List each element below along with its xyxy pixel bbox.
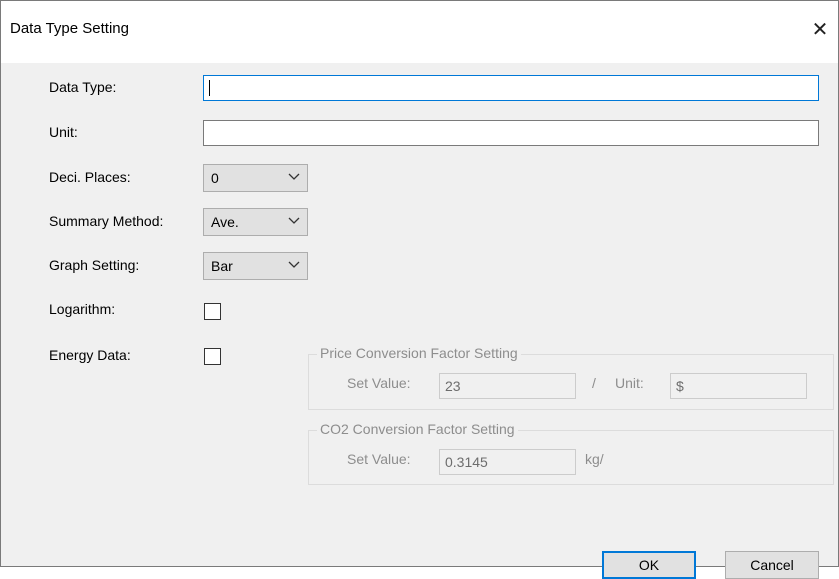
graph-setting-value: Bar	[211, 258, 233, 274]
logarithm-checkbox[interactable]	[204, 303, 221, 320]
deci-places-select[interactable]: 0	[203, 164, 308, 192]
text-caret	[209, 80, 210, 96]
co2-conversion-group: CO2 Conversion Factor Setting Set Value:…	[308, 421, 834, 485]
cancel-button[interactable]: Cancel	[725, 551, 819, 579]
co2-set-value-label: Set Value:	[347, 451, 411, 467]
graph-setting-select[interactable]: Bar	[203, 252, 308, 280]
chevron-down-icon	[288, 217, 300, 224]
summary-method-value: Ave.	[211, 214, 239, 230]
price-set-value-input[interactable]: 23	[439, 373, 576, 399]
ok-button[interactable]: OK	[602, 551, 696, 579]
chevron-down-icon	[288, 261, 300, 268]
co2-unit-suffix: kg/	[585, 451, 604, 467]
slash-separator: /	[592, 375, 596, 391]
unit-label: Unit:	[49, 124, 78, 140]
deci-places-label: Deci. Places:	[49, 169, 131, 185]
unit-input[interactable]	[203, 120, 819, 146]
dialog-body: Data Type: Unit: Deci. Places: 0 Summary…	[1, 63, 838, 579]
price-unit-label: Unit:	[615, 375, 644, 391]
chevron-down-icon	[288, 173, 300, 180]
window-title: Data Type Setting	[10, 20, 129, 37]
data-type-label: Data Type:	[49, 79, 117, 95]
deci-places-value: 0	[211, 170, 219, 186]
logarithm-label: Logarithm:	[49, 301, 116, 317]
close-icon[interactable]: ✕	[802, 11, 838, 47]
price-conversion-group: Price Conversion Factor Setting Set Valu…	[308, 345, 834, 410]
data-type-input[interactable]	[203, 75, 819, 101]
summary-method-select[interactable]: Ave.	[203, 208, 308, 236]
price-set-value-label: Set Value:	[347, 375, 411, 391]
co2-set-value-input[interactable]: 0.3145	[439, 449, 576, 475]
co2-conversion-group-title: CO2 Conversion Factor Setting	[317, 421, 518, 437]
price-unit-input[interactable]: $	[670, 373, 807, 399]
graph-setting-label: Graph Setting:	[49, 257, 140, 273]
energy-data-checkbox[interactable]	[204, 348, 221, 365]
summary-method-label: Summary Method:	[49, 213, 164, 229]
energy-data-label: Energy Data:	[49, 347, 131, 363]
price-conversion-group-title: Price Conversion Factor Setting	[317, 345, 521, 361]
title-bar: Data Type Setting ✕	[1, 1, 838, 63]
data-type-setting-dialog: Data Type Setting ✕ Data Type: Unit: Dec…	[0, 0, 839, 579]
